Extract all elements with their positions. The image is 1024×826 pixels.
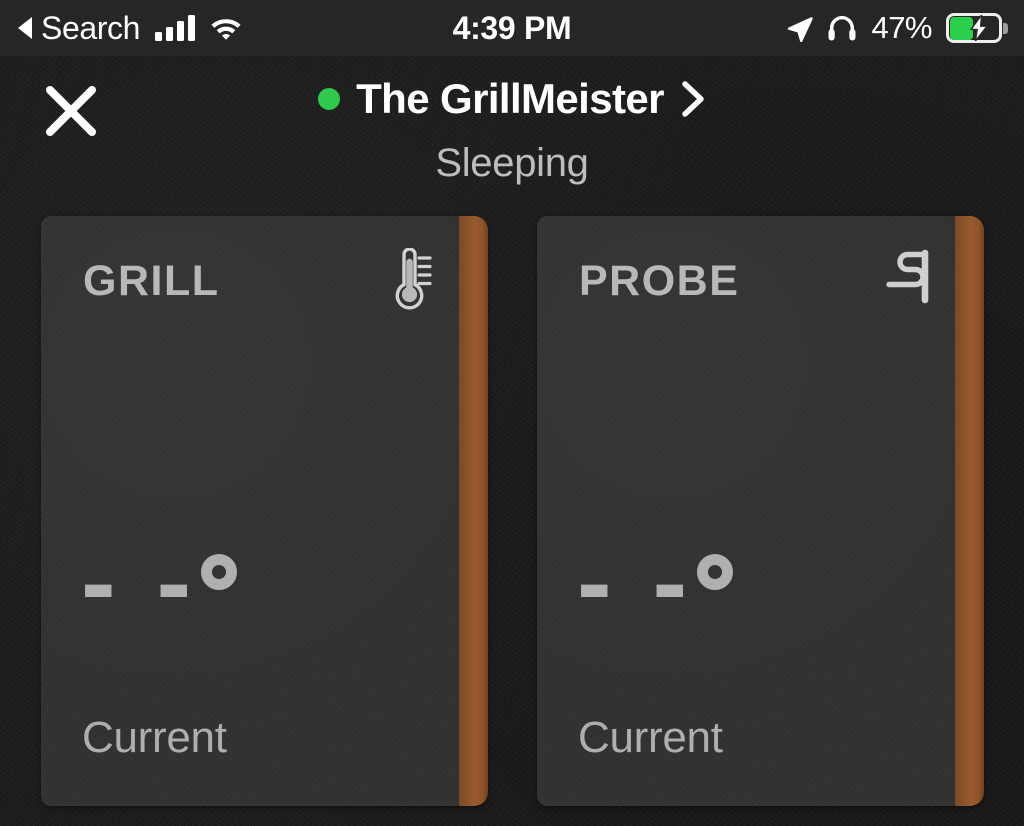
current-temp-value-probe: - -	[577, 525, 734, 641]
meat-probe-icon	[877, 248, 933, 312]
sensor-card-list: GRILL - - Current PROBE - - Current	[41, 216, 984, 806]
current-temp-label-grill: Current	[82, 713, 227, 762]
card-body-grill: GRILL - - Current	[41, 216, 459, 806]
card-title-grill: GRILL	[83, 257, 220, 305]
location-arrow-icon	[788, 16, 814, 42]
status-bar: Search 4:39 PM 47%	[0, 0, 1024, 56]
device-title-row[interactable]: The GrillMeister	[0, 78, 1024, 120]
degree-symbol-large-grill	[201, 554, 238, 590]
card-title-probe: PROBE	[579, 257, 740, 305]
current-temp-value-grill: - -	[81, 525, 238, 641]
degree-symbol-large-probe	[697, 554, 734, 590]
battery-percent-label: 47%	[871, 10, 932, 45]
battery-charging-icon	[946, 13, 1008, 43]
device-name-label: The GrillMeister	[356, 75, 664, 122]
card-spine-grill	[459, 216, 488, 806]
sensor-card-probe[interactable]: PROBE - - Current - - Goal	[537, 216, 984, 806]
card-body-probe: PROBE - - Current - - Goal	[537, 216, 955, 806]
device-status-label: Sleeping	[435, 141, 589, 185]
headphones-icon	[828, 16, 856, 41]
thermometer-icon	[381, 248, 437, 312]
device-header: The GrillMeister Sleeping	[0, 56, 1024, 216]
current-temp-digits-probe: - -	[577, 525, 694, 641]
current-temp-digits-grill: - -	[81, 525, 198, 641]
charging-bolt-icon	[970, 15, 988, 41]
status-bar-right: 47%	[786, 0, 1008, 56]
connection-status-dot	[318, 88, 341, 110]
card-spine-probe	[955, 216, 984, 806]
chevron-right-icon[interactable]	[680, 79, 706, 119]
app-screen: Search 4:39 PM 47% The GrillMeister Slee…	[0, 0, 1024, 826]
current-temp-label-probe: Current	[578, 713, 723, 762]
sensor-card-grill[interactable]: GRILL - - Current	[41, 216, 488, 806]
